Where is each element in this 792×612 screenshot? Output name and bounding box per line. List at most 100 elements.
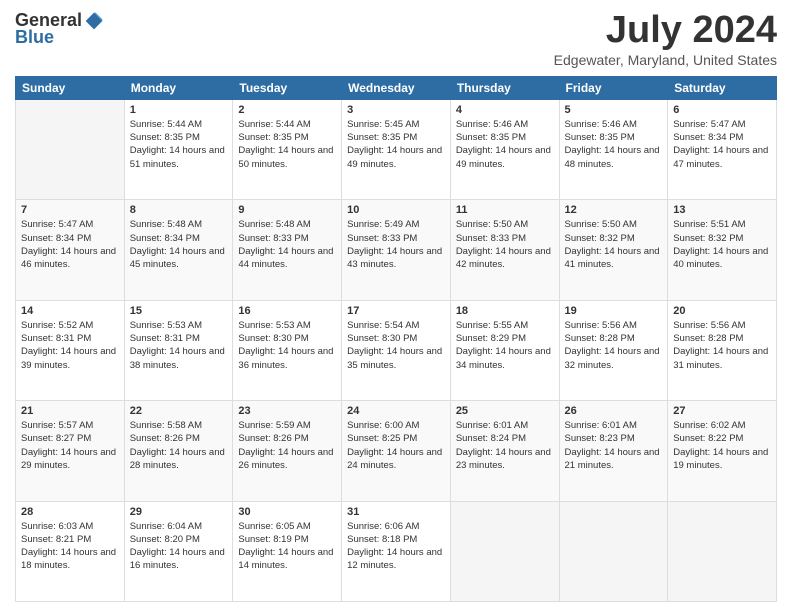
day-number: 27	[673, 405, 771, 417]
calendar-cell-0-2: 2Sunrise: 5:44 AMSunset: 8:35 PMDaylight…	[233, 99, 342, 199]
calendar-cell-3-6: 27 Sunrise: 6:02 AMSunset: 8:22 PMDayligh…	[668, 401, 777, 501]
day-number: 30	[238, 506, 336, 518]
page: General Blue July 2024 Edgewater, Maryla…	[0, 0, 792, 612]
calendar-cell-0-6: 6 Sunrise: 5:47 AMSunset: 8:34 PMDaylight…	[668, 99, 777, 199]
day-info: Sunrise: 6:01 AMSunset: 8:23 PMDaylight:…	[565, 419, 663, 472]
day-info: Sunrise: 5:50 AMSunset: 8:32 PMDaylight:…	[565, 218, 663, 271]
day-number: 1	[130, 104, 228, 116]
calendar-cell-4-2: 30 Sunrise: 6:05 AMSunset: 8:19 PMDayligh…	[233, 501, 342, 601]
day-number: 29	[130, 506, 228, 518]
calendar-week-row-3: 21 Sunrise: 5:57 AMSunset: 8:27 PMDayligh…	[16, 401, 777, 501]
calendar-cell-3-1: 22 Sunrise: 5:58 AMSunset: 8:26 PMDayligh…	[124, 401, 233, 501]
calendar-cell-0-0	[16, 99, 125, 199]
day-number: 7	[21, 204, 119, 216]
title-section: July 2024 Edgewater, Maryland, United St…	[554, 10, 777, 68]
calendar-cell-2-2: 16 Sunrise: 5:53 AMSunset: 8:30 PMDayligh…	[233, 300, 342, 400]
calendar-header-saturday: Saturday	[668, 76, 777, 99]
day-number: 21	[21, 405, 119, 417]
day-info: Sunrise: 5:46 AMSunset: 8:35 PMDaylight:…	[456, 118, 554, 171]
day-number: 22	[130, 405, 228, 417]
day-info: Sunrise: 5:50 AMSunset: 8:33 PMDaylight:…	[456, 218, 554, 271]
day-info: Sunrise: 5:48 AMSunset: 8:33 PMDaylight:…	[238, 218, 336, 271]
day-number: 19	[565, 305, 663, 317]
day-number: 13	[673, 204, 771, 216]
day-number: 11	[456, 204, 554, 216]
day-number: 15	[130, 305, 228, 317]
calendar-cell-1-4: 11 Sunrise: 5:50 AMSunset: 8:33 PMDayligh…	[450, 200, 559, 300]
header: General Blue July 2024 Edgewater, Maryla…	[15, 10, 777, 68]
day-info: Sunrise: 5:56 AMSunset: 8:28 PMDaylight:…	[565, 319, 663, 372]
calendar-week-row-0: 1 Sunrise: 5:44 AMSunset: 8:35 PMDaylight…	[16, 99, 777, 199]
day-info: Sunrise: 6:05 AMSunset: 8:19 PMDaylight:…	[238, 520, 336, 573]
main-title: July 2024	[554, 10, 777, 52]
calendar-cell-0-1: 1 Sunrise: 5:44 AMSunset: 8:35 PMDaylight…	[124, 99, 233, 199]
day-number: 9	[238, 204, 336, 216]
day-info: Sunrise: 5:46 AMSunset: 8:35 PMDaylight:…	[565, 118, 663, 171]
calendar-cell-1-2: 9 Sunrise: 5:48 AMSunset: 8:33 PMDaylight…	[233, 200, 342, 300]
day-info: Sunrise: 5:53 AMSunset: 8:30 PMDaylight:…	[238, 319, 336, 372]
day-info: Sunrise: 5:47 AMSunset: 8:34 PMDaylight:…	[673, 118, 771, 171]
day-number: 20	[673, 305, 771, 317]
calendar-cell-4-1: 29 Sunrise: 6:04 AMSunset: 8:20 PMDayligh…	[124, 501, 233, 601]
subtitle: Edgewater, Maryland, United States	[554, 52, 777, 68]
day-number: 23	[238, 405, 336, 417]
calendar-cell-4-6	[668, 501, 777, 601]
day-number: 16	[238, 305, 336, 317]
logo-icon	[84, 11, 104, 31]
day-number: 25	[456, 405, 554, 417]
day-info: Sunrise: 5:45 AMSunset: 8:35 PMDaylight:…	[347, 118, 445, 171]
calendar-week-row-2: 14Sunrise: 5:52 AMSunset: 8:31 PMDayligh…	[16, 300, 777, 400]
calendar-cell-3-2: 23Sunrise: 5:59 AMSunset: 8:26 PMDayligh…	[233, 401, 342, 501]
day-number: 2	[238, 104, 336, 116]
calendar-cell-2-0: 14Sunrise: 5:52 AMSunset: 8:31 PMDayligh…	[16, 300, 125, 400]
calendar-header-friday: Friday	[559, 76, 668, 99]
day-number: 28	[21, 506, 119, 518]
calendar-cell-2-1: 15 Sunrise: 5:53 AMSunset: 8:31 PMDayligh…	[124, 300, 233, 400]
calendar-header-sunday: Sunday	[16, 76, 125, 99]
day-info: Sunrise: 5:57 AMSunset: 8:27 PMDaylight:…	[21, 419, 119, 472]
day-number: 4	[456, 104, 554, 116]
day-number: 31	[347, 506, 445, 518]
calendar-week-row-4: 28 Sunrise: 6:03 AMSunset: 8:21 PMDayligh…	[16, 501, 777, 601]
calendar-cell-1-5: 12Sunrise: 5:50 AMSunset: 8:32 PMDayligh…	[559, 200, 668, 300]
calendar-cell-4-5	[559, 501, 668, 601]
calendar-cell-2-6: 20 Sunrise: 5:56 AMSunset: 8:28 PMDayligh…	[668, 300, 777, 400]
day-info: Sunrise: 5:44 AMSunset: 8:35 PMDaylight:…	[130, 118, 228, 171]
calendar-week-row-1: 7Sunrise: 5:47 AMSunset: 8:34 PMDaylight…	[16, 200, 777, 300]
calendar-cell-2-4: 18Sunrise: 5:55 AMSunset: 8:29 PMDayligh…	[450, 300, 559, 400]
day-info: Sunrise: 5:51 AMSunset: 8:32 PMDaylight:…	[673, 218, 771, 271]
day-info: Sunrise: 6:00 AMSunset: 8:25 PMDaylight:…	[347, 419, 445, 472]
day-info: Sunrise: 6:04 AMSunset: 8:20 PMDaylight:…	[130, 520, 228, 573]
calendar-cell-4-0: 28 Sunrise: 6:03 AMSunset: 8:21 PMDayligh…	[16, 501, 125, 601]
day-info: Sunrise: 5:48 AMSunset: 8:34 PMDaylight:…	[130, 218, 228, 271]
day-info: Sunrise: 6:01 AMSunset: 8:24 PMDaylight:…	[456, 419, 554, 472]
day-number: 8	[130, 204, 228, 216]
day-number: 3	[347, 104, 445, 116]
calendar-cell-0-5: 5 Sunrise: 5:46 AMSunset: 8:35 PMDaylight…	[559, 99, 668, 199]
calendar-cell-1-3: 10 Sunrise: 5:49 AMSunset: 8:33 PMDayligh…	[342, 200, 451, 300]
day-number: 6	[673, 104, 771, 116]
calendar-cell-3-0: 21 Sunrise: 5:57 AMSunset: 8:27 PMDayligh…	[16, 401, 125, 501]
calendar-header-monday: Monday	[124, 76, 233, 99]
calendar-cell-4-4	[450, 501, 559, 601]
calendar-cell-1-1: 8 Sunrise: 5:48 AMSunset: 8:34 PMDaylight…	[124, 200, 233, 300]
calendar-header-wednesday: Wednesday	[342, 76, 451, 99]
day-number: 10	[347, 204, 445, 216]
day-number: 18	[456, 305, 554, 317]
day-info: Sunrise: 6:02 AMSunset: 8:22 PMDaylight:…	[673, 419, 771, 472]
calendar-cell-1-0: 7Sunrise: 5:47 AMSunset: 8:34 PMDaylight…	[16, 200, 125, 300]
calendar-cell-0-4: 4 Sunrise: 5:46 AMSunset: 8:35 PMDaylight…	[450, 99, 559, 199]
day-info: Sunrise: 5:53 AMSunset: 8:31 PMDaylight:…	[130, 319, 228, 372]
day-number: 5	[565, 104, 663, 116]
logo-blue: Blue	[15, 27, 54, 48]
calendar-cell-3-4: 25 Sunrise: 6:01 AMSunset: 8:24 PMDayligh…	[450, 401, 559, 501]
day-info: Sunrise: 5:49 AMSunset: 8:33 PMDaylight:…	[347, 218, 445, 271]
day-info: Sunrise: 6:03 AMSunset: 8:21 PMDaylight:…	[21, 520, 119, 573]
day-info: Sunrise: 5:58 AMSunset: 8:26 PMDaylight:…	[130, 419, 228, 472]
calendar-cell-3-5: 26Sunrise: 6:01 AMSunset: 8:23 PMDayligh…	[559, 401, 668, 501]
calendar-header-thursday: Thursday	[450, 76, 559, 99]
logo: General Blue	[15, 10, 104, 48]
day-info: Sunrise: 5:56 AMSunset: 8:28 PMDaylight:…	[673, 319, 771, 372]
calendar-cell-1-6: 13 Sunrise: 5:51 AMSunset: 8:32 PMDayligh…	[668, 200, 777, 300]
day-info: Sunrise: 5:54 AMSunset: 8:30 PMDaylight:…	[347, 319, 445, 372]
